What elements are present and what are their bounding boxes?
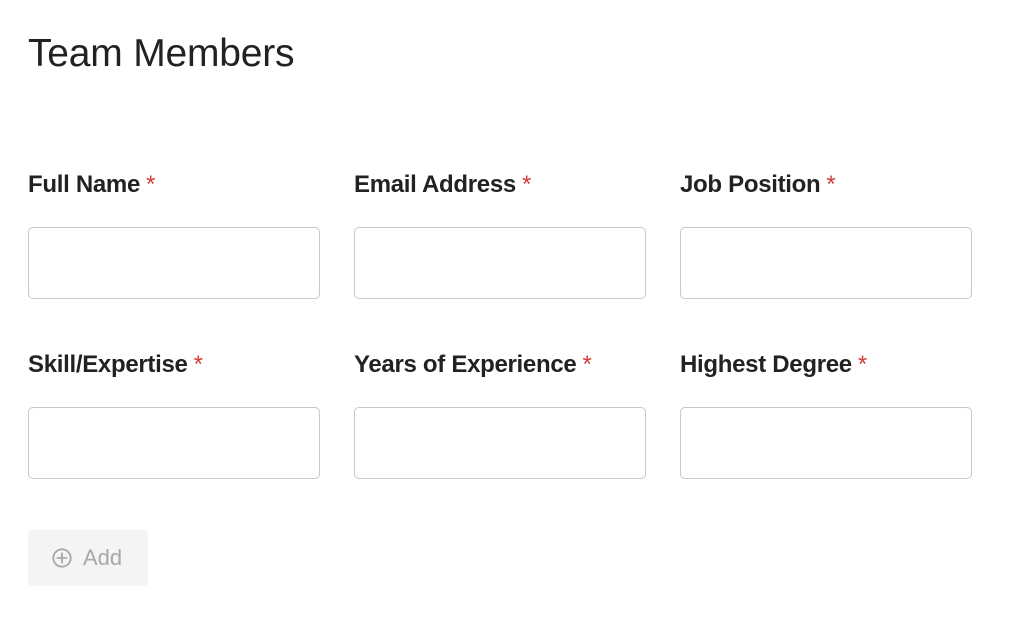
job-position-input[interactable] <box>680 227 972 299</box>
full-name-label-text: Full Name <box>28 171 140 198</box>
years-of-experience-field: Years of Experience * <box>354 348 646 528</box>
email-address-label-text: Email Address <box>354 171 516 198</box>
team-members-form-page: Team Members Full Name * Email Address * J… <box>0 0 1024 631</box>
add-button-label: Add <box>83 545 123 570</box>
job-position-label: Job Position * <box>680 168 972 202</box>
skill-expertise-label-text: Skill/Expertise <box>28 351 188 378</box>
email-address-input[interactable] <box>354 227 646 299</box>
full-name-input[interactable] <box>28 227 320 299</box>
job-position-label-text: Job Position <box>680 171 821 198</box>
full-name-field: Full Name * <box>28 168 320 348</box>
highest-degree-field: Highest Degree * <box>680 348 972 528</box>
add-member-button[interactable]: Add <box>28 530 148 586</box>
required-asterisk: * <box>857 351 867 378</box>
skill-expertise-field: Skill/Expertise * <box>28 348 320 528</box>
skill-expertise-label: Skill/Expertise * <box>28 348 320 382</box>
email-address-field: Email Address * <box>354 168 646 348</box>
required-asterisk: * <box>582 351 592 378</box>
years-of-experience-label: Years of Experience * <box>354 348 646 382</box>
years-of-experience-label-text: Years of Experience <box>354 351 577 378</box>
job-position-field: Job Position * <box>680 168 972 348</box>
plus-circle-icon <box>51 547 73 569</box>
highest-degree-label: Highest Degree * <box>680 348 972 382</box>
highest-degree-label-text: Highest Degree <box>680 351 852 378</box>
team-member-fields: Full Name * Email Address * Job Position * … <box>28 168 972 528</box>
required-asterisk: * <box>193 351 203 378</box>
required-asterisk: * <box>521 171 531 198</box>
skill-expertise-input[interactable] <box>28 407 320 479</box>
years-of-experience-input[interactable] <box>354 407 646 479</box>
highest-degree-input[interactable] <box>680 407 972 479</box>
full-name-label: Full Name * <box>28 168 320 202</box>
email-address-label: Email Address * <box>354 168 646 202</box>
page-title: Team Members <box>28 32 295 75</box>
required-asterisk: * <box>146 171 156 198</box>
required-asterisk: * <box>826 171 836 198</box>
